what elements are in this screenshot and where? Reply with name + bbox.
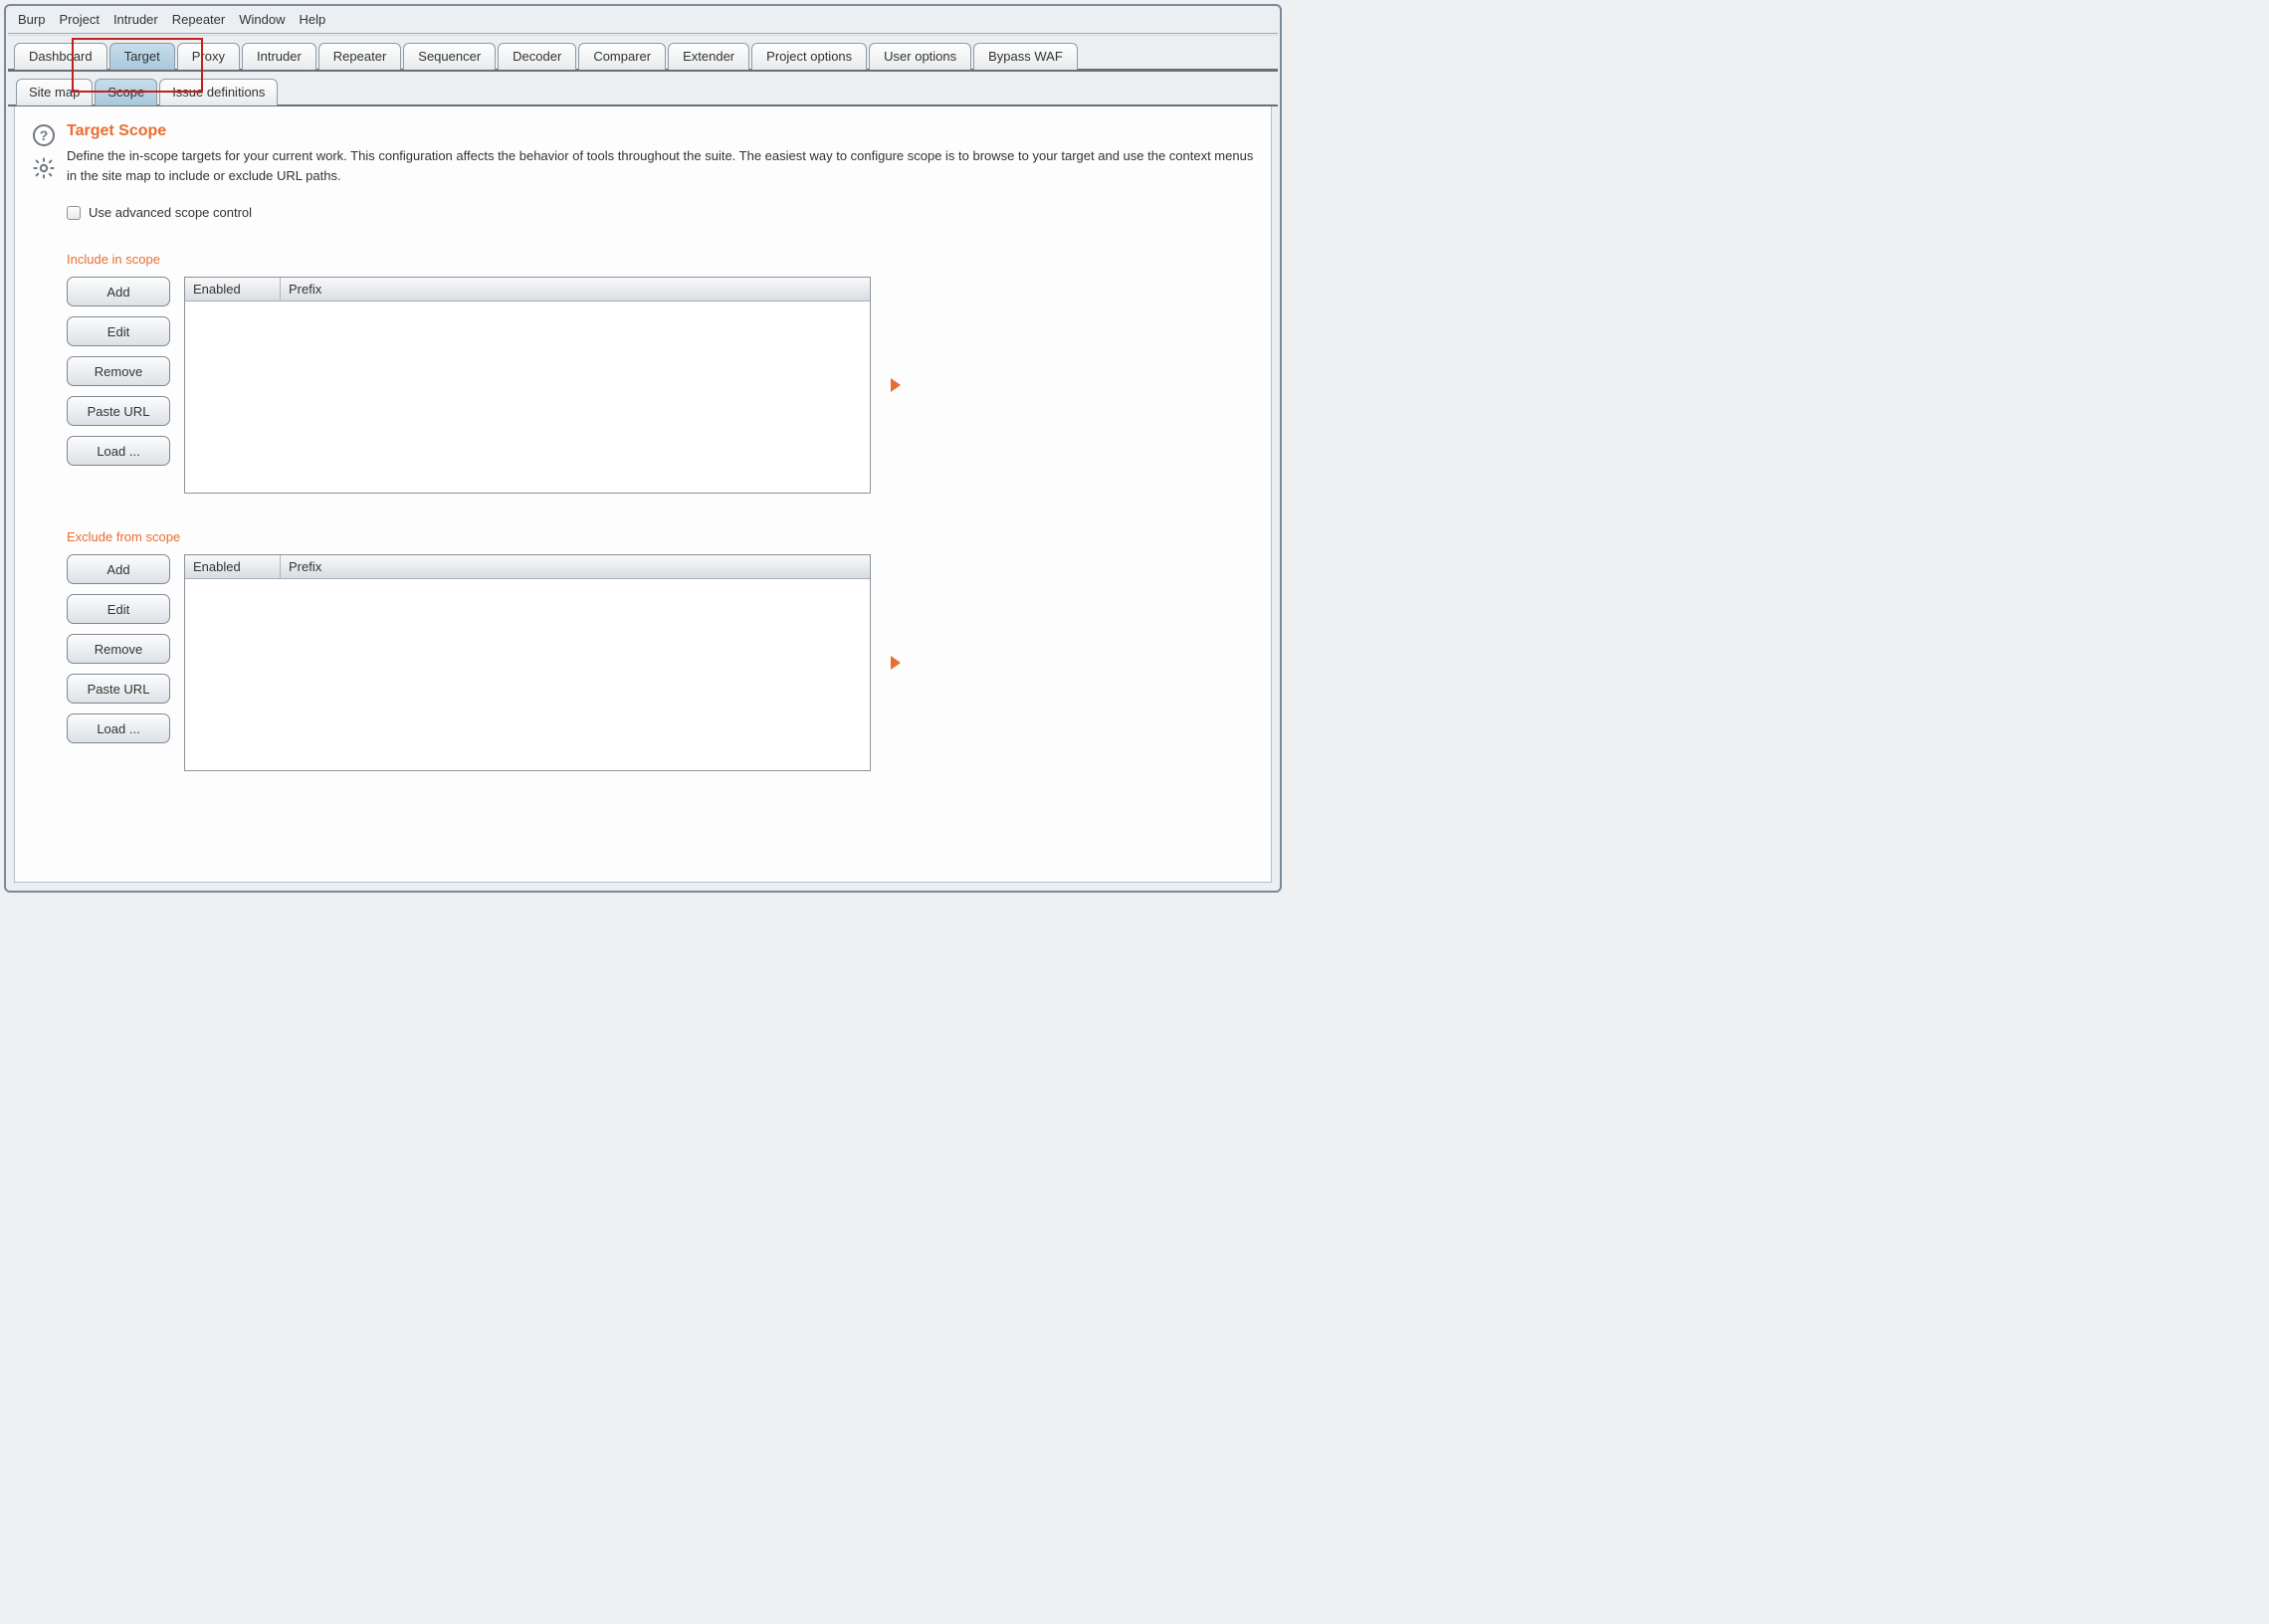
exclude-heading: Exclude from scope [67, 529, 1259, 544]
tab-bypass-waf[interactable]: Bypass WAF [973, 43, 1078, 70]
subtab-scope[interactable]: Scope [95, 79, 157, 105]
exclude-table-body[interactable] [185, 579, 870, 770]
menu-help[interactable]: Help [299, 12, 325, 27]
page-description: Define the in-scope targets for your cur… [67, 146, 1259, 185]
subtab-sitemap[interactable]: Site map [16, 79, 93, 105]
content-panel: ? Target Scope Define the in-scope targe… [14, 106, 1272, 883]
include-heading: Include in scope [67, 252, 1259, 267]
tab-extender[interactable]: Extender [668, 43, 749, 70]
exclude-load-button[interactable]: Load ... [67, 713, 170, 743]
menu-repeater[interactable]: Repeater [172, 12, 225, 27]
include-pasteurl-button[interactable]: Paste URL [67, 396, 170, 426]
tab-dashboard[interactable]: Dashboard [14, 43, 107, 70]
exclude-remove-button[interactable]: Remove [67, 634, 170, 664]
include-col-prefix[interactable]: Prefix [281, 278, 870, 301]
tab-project-options[interactable]: Project options [751, 43, 867, 70]
include-table-body[interactable] [185, 302, 870, 493]
include-remove-button[interactable]: Remove [67, 356, 170, 386]
exclude-pasteurl-button[interactable]: Paste URL [67, 674, 170, 704]
exclude-table[interactable]: Enabled Prefix [184, 554, 871, 771]
tab-repeater[interactable]: Repeater [318, 43, 401, 70]
menu-burp[interactable]: Burp [18, 12, 45, 27]
page-title: Target Scope [67, 122, 1259, 140]
include-table[interactable]: Enabled Prefix [184, 277, 871, 494]
exclude-add-button[interactable]: Add [67, 554, 170, 584]
tab-target[interactable]: Target [109, 43, 175, 70]
include-edit-button[interactable]: Edit [67, 316, 170, 346]
include-load-button[interactable]: Load ... [67, 436, 170, 466]
sub-tab-row: Site map Scope Issue definitions [8, 72, 1278, 106]
tab-intruder[interactable]: Intruder [242, 43, 316, 70]
tab-user-options[interactable]: User options [869, 43, 971, 70]
exclude-expand-icon[interactable] [891, 656, 901, 670]
exclude-scope-block: Add Edit Remove Paste URL Load ... Enabl… [67, 554, 877, 771]
menu-bar: Burp Project Intruder Repeater Window He… [8, 8, 1278, 33]
tab-decoder[interactable]: Decoder [498, 43, 576, 70]
menu-window[interactable]: Window [239, 12, 285, 27]
gear-icon[interactable] [32, 156, 56, 180]
menu-intruder[interactable]: Intruder [113, 12, 158, 27]
exclude-col-enabled[interactable]: Enabled [185, 555, 281, 578]
include-add-button[interactable]: Add [67, 277, 170, 306]
menu-project[interactable]: Project [59, 12, 99, 27]
tab-comparer[interactable]: Comparer [578, 43, 666, 70]
include-scope-block: Add Edit Remove Paste URL Load ... Enabl… [67, 277, 877, 494]
exclude-col-prefix[interactable]: Prefix [281, 555, 870, 578]
tab-sequencer[interactable]: Sequencer [403, 43, 496, 70]
subtab-issue-definitions[interactable]: Issue definitions [159, 79, 278, 105]
advanced-scope-checkbox[interactable] [67, 206, 81, 220]
main-tab-row: Dashboard Target Proxy Intruder Repeater… [8, 36, 1278, 72]
help-icon[interactable]: ? [33, 124, 55, 146]
exclude-edit-button[interactable]: Edit [67, 594, 170, 624]
tab-proxy[interactable]: Proxy [177, 43, 240, 70]
include-col-enabled[interactable]: Enabled [185, 278, 281, 301]
include-expand-icon[interactable] [891, 378, 901, 392]
advanced-scope-label: Use advanced scope control [89, 205, 252, 220]
